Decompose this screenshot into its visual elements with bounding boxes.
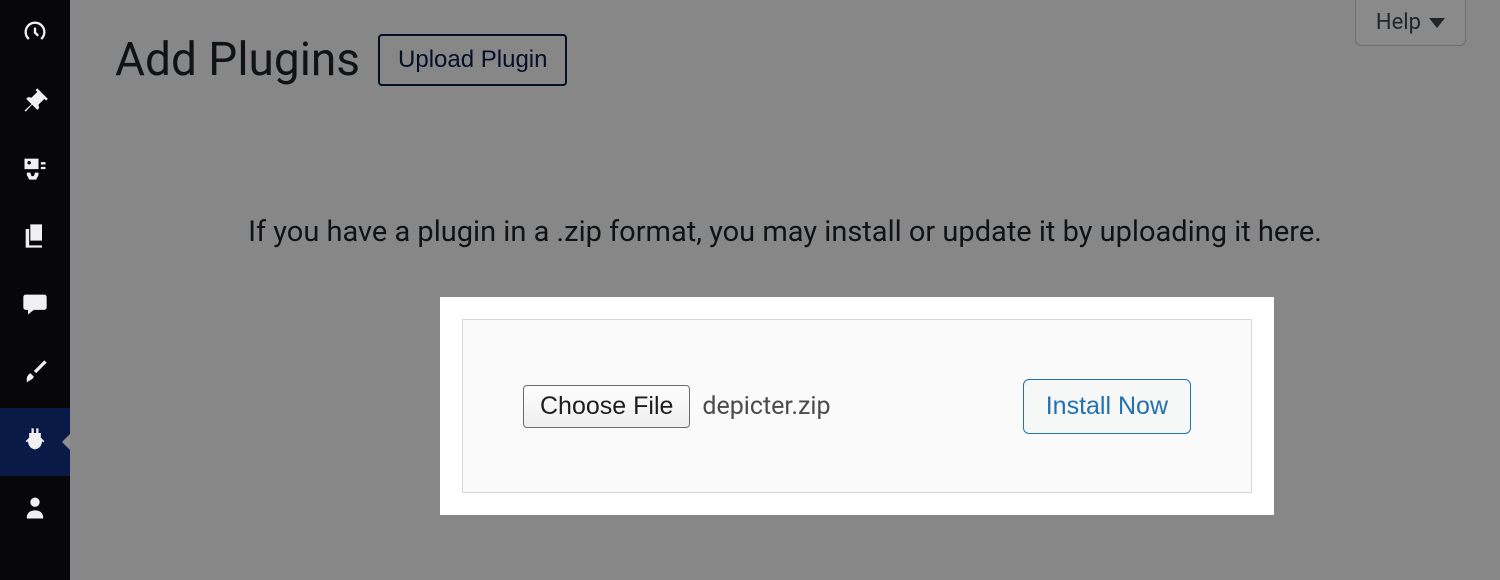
upload-panel: Choose File depicter.zip Install Now <box>440 297 1274 515</box>
plugin-icon <box>21 426 49 458</box>
sidebar-item-posts[interactable] <box>0 68 70 136</box>
sidebar-item-plugins[interactable] <box>0 408 70 476</box>
sidebar-item-media[interactable] <box>0 136 70 204</box>
comment-icon <box>21 290 49 322</box>
install-now-button[interactable]: Install Now <box>1023 379 1191 434</box>
selected-file-name: depicter.zip <box>702 392 830 421</box>
sidebar-item-users[interactable] <box>0 476 70 544</box>
pages-icon <box>21 222 49 254</box>
brush-icon <box>21 358 49 390</box>
admin-sidebar <box>0 0 70 580</box>
user-icon <box>21 494 49 526</box>
help-label: Help <box>1376 10 1421 35</box>
sidebar-item-dashboard[interactable] <box>0 0 70 68</box>
sidebar-item-pages[interactable] <box>0 204 70 272</box>
choose-file-button[interactable]: Choose File <box>523 385 690 428</box>
pin-icon <box>21 86 49 118</box>
sidebar-item-comments[interactable] <box>0 272 70 340</box>
upload-instruction-text: If you have a plugin in a .zip format, y… <box>70 215 1500 249</box>
upload-plugin-button[interactable]: Upload Plugin <box>378 34 567 86</box>
help-tab[interactable]: Help <box>1355 0 1466 46</box>
sidebar-item-appearance[interactable] <box>0 340 70 408</box>
file-input-group: Choose File depicter.zip <box>523 385 830 428</box>
upload-form: Choose File depicter.zip Install Now <box>462 319 1252 493</box>
page-title: Add Plugins <box>115 33 360 87</box>
chevron-down-icon <box>1429 18 1445 28</box>
media-icon <box>21 154 49 186</box>
dashboard-icon <box>21 18 49 50</box>
heading-row: Add Plugins Upload Plugin <box>70 0 1500 120</box>
content-area: Help Add Plugins Upload Plugin If you ha… <box>70 0 1500 580</box>
